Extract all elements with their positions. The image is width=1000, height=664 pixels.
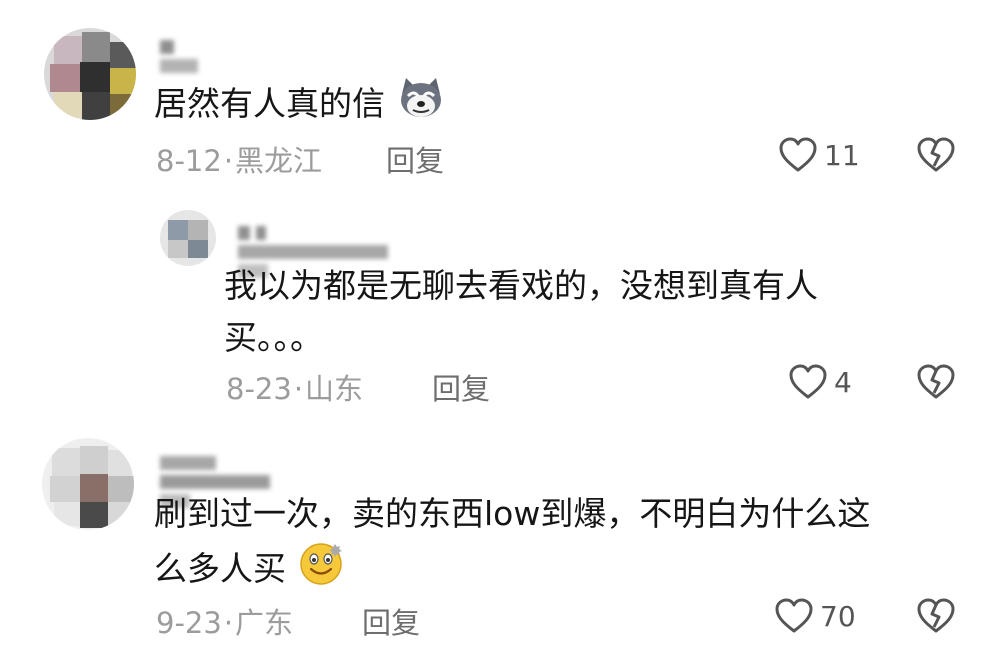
dislike-button[interactable] [916,136,956,178]
comment-location: 黑龙江 [235,144,323,178]
reply-button[interactable]: 回复 [386,138,444,180]
broken-heart-icon [917,137,955,172]
like-count: 11 [824,138,860,172]
meta-separator: · [223,606,234,640]
comment-text: 我以为都是无聊去看戏的，没想到真有人 买。。。 [224,260,818,364]
meta-separator: · [293,372,304,406]
like-button[interactable]: 11 [778,136,860,174]
reply-button[interactable]: 回复 [432,366,490,408]
comment-text-line-1: 刷到过一次，卖的东西low到爆，不明白为什么这 [154,494,871,533]
meta-separator: · [223,144,234,178]
username-blurred[interactable] [160,36,204,73]
comment-meta: 8-12·黑龙江 [156,138,322,180]
comment-date: 9-23 [156,606,222,640]
comment-text-line-2: 么多人买 [154,540,870,601]
husky-emoji-icon [396,76,446,135]
username-blurred[interactable] [238,222,394,278]
comment-location: 广东 [235,606,294,640]
avatar[interactable] [42,438,134,530]
like-button[interactable]: 70 [774,597,856,635]
comment-meta: 8-23·山东 [226,366,363,408]
like-count: 70 [820,599,856,633]
comment-text: 居然有人真的信 [154,76,446,135]
comment-location: 山东 [305,372,364,406]
reply-button[interactable]: 回复 [362,600,420,642]
avatar[interactable] [44,28,136,120]
avatar[interactable] [160,210,216,266]
comment-date: 8-12 [156,144,222,178]
comment-text: 刷到过一次，卖的东西low到爆，不明白为什么这 么多人买 [154,488,870,601]
comment-meta: 9-23·广东 [156,600,293,642]
broken-heart-icon [917,598,955,633]
username-blurred[interactable] [160,452,276,508]
dislike-button[interactable] [916,597,956,639]
heart-icon [789,364,827,399]
heart-icon [775,598,813,633]
comment-text-line-2: 买。。。 [224,318,323,357]
dizzy-smile-emoji-icon [297,540,345,601]
broken-heart-icon [917,364,955,399]
heart-icon [779,137,817,172]
comment-date: 8-23 [226,372,292,406]
dislike-button[interactable] [916,363,956,405]
like-count: 4 [834,365,852,399]
comment-text-line-1: 我以为都是无聊去看戏的，没想到真有人 [224,266,818,305]
like-button[interactable]: 4 [788,363,852,401]
